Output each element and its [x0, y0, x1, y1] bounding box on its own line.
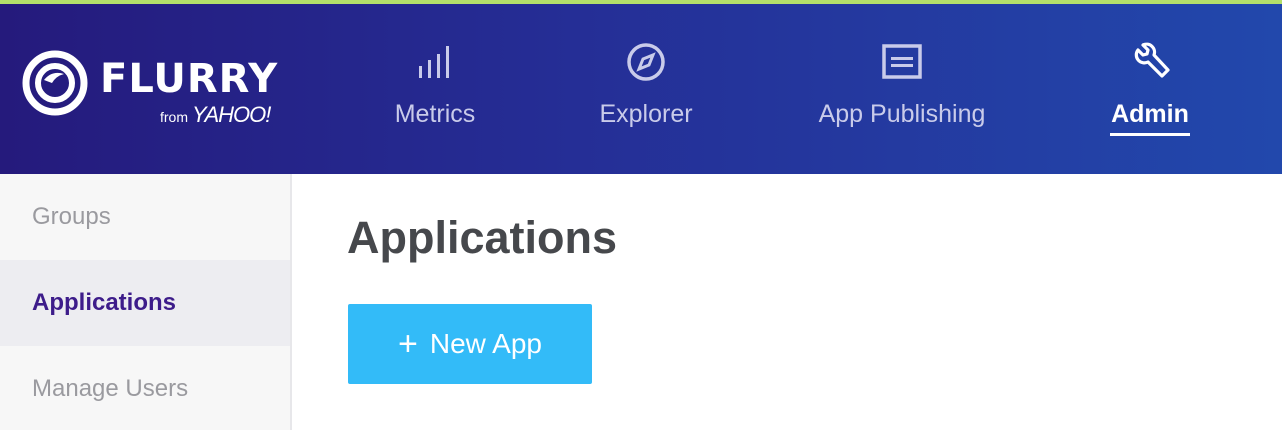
brand-from-text: from — [160, 109, 188, 125]
compass-icon — [627, 43, 665, 81]
new-app-button-label: New App — [429, 328, 542, 359]
bar-chart-icon — [419, 46, 449, 78]
flurry-logo[interactable]: FLURRY from YAHOO! — [22, 50, 302, 130]
nav-item-label: Admin — [1111, 100, 1189, 128]
flurry-logo-icon — [22, 50, 88, 116]
nav-item-label: Metrics — [394, 100, 476, 128]
nav-item-metrics[interactable]: Metrics — [385, 40, 485, 150]
sidebar-item-applications[interactable]: Applications — [0, 260, 290, 346]
nav-item-explorer[interactable]: Explorer — [588, 40, 704, 150]
document-icon — [882, 44, 922, 79]
sidebar-item-manage-users[interactable]: Manage Users — [0, 346, 290, 432]
page-title: Applications — [347, 212, 618, 263]
top-navigation-bar: FLURRY from YAHOO! Metrics Explorer App P… — [0, 4, 1282, 174]
brand-partner: from YAHOO! — [160, 102, 271, 128]
sidebar-item-groups[interactable]: Groups — [0, 174, 290, 260]
nav-item-label: Explorer — [599, 100, 693, 128]
admin-sidebar: Groups Applications Manage Users — [0, 174, 292, 430]
brand-name: FLURRY — [100, 56, 279, 102]
yahoo-logo-text: YAHOO! — [192, 102, 271, 127]
new-app-button[interactable]: + New App — [348, 304, 592, 384]
wrench-icon — [1134, 42, 1170, 78]
nav-item-app-publishing[interactable]: App Publishing — [804, 40, 1000, 150]
active-nav-underline — [1110, 133, 1190, 136]
plus-icon: + — [398, 325, 418, 363]
nav-item-label: App Publishing — [818, 100, 986, 128]
